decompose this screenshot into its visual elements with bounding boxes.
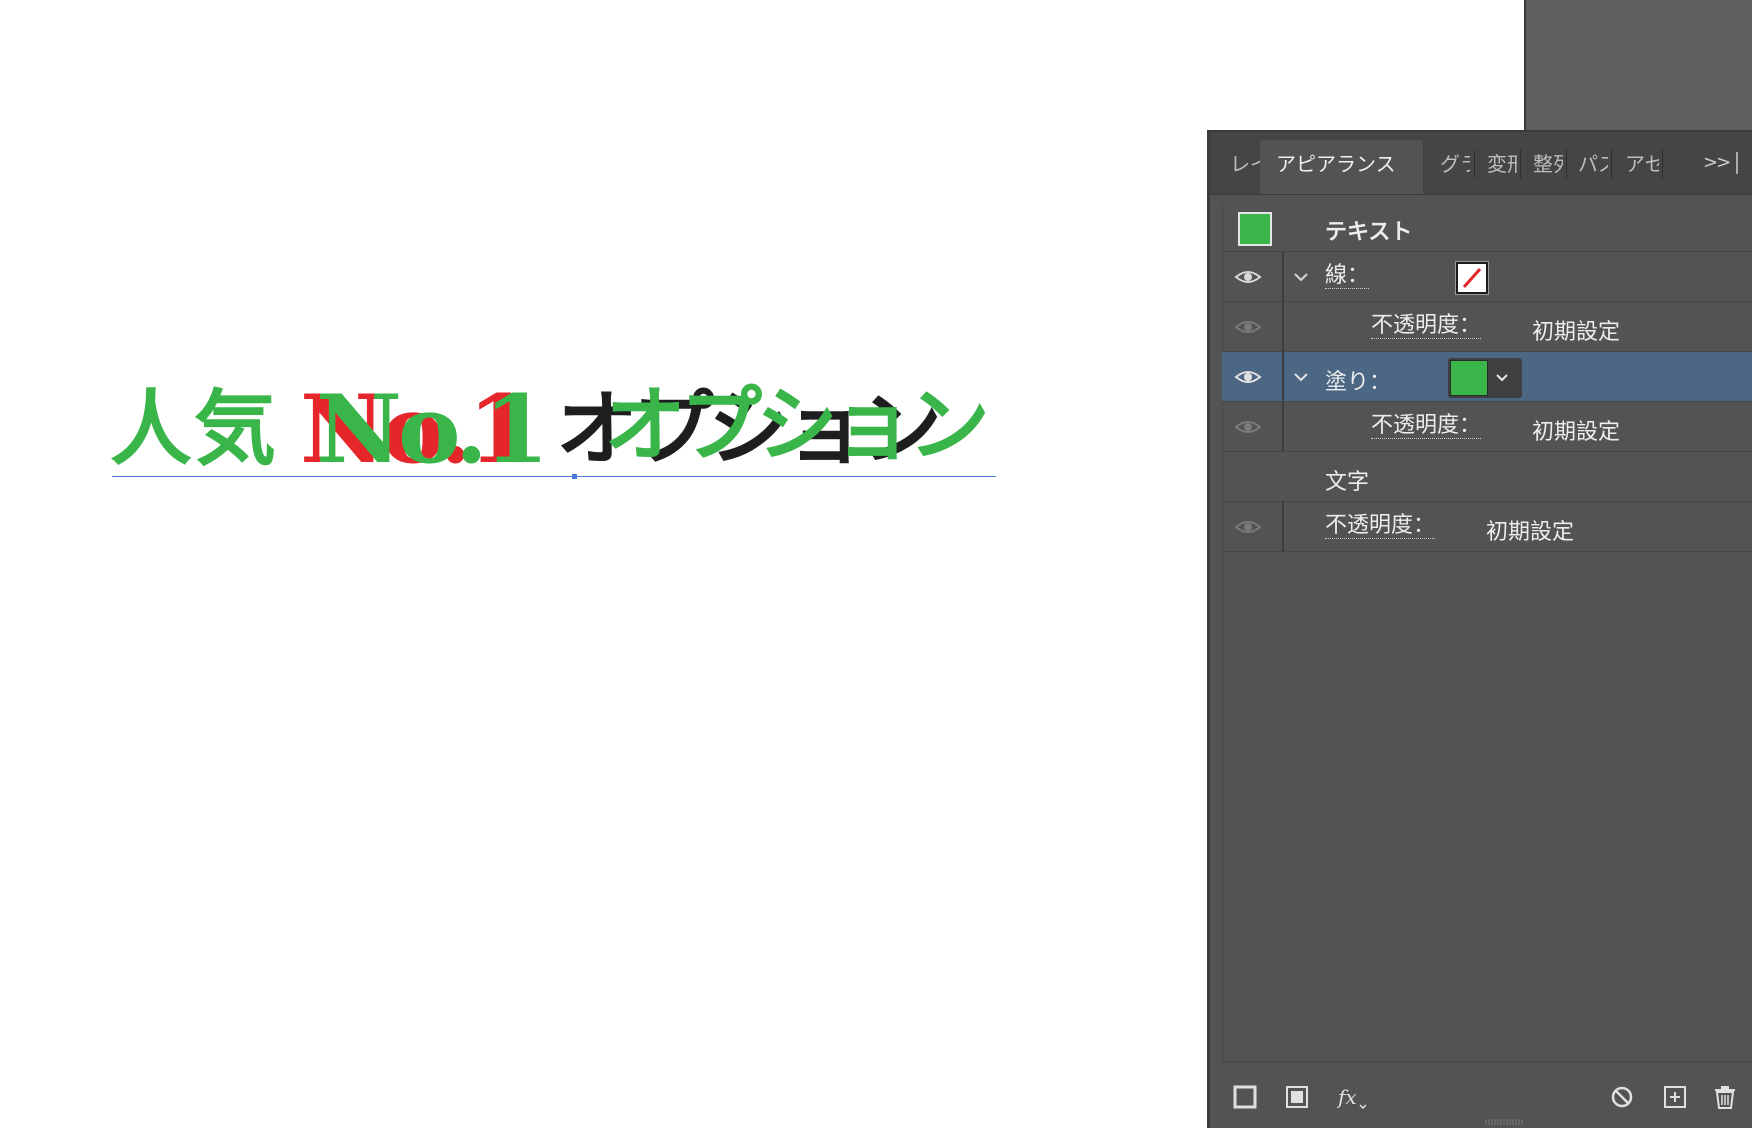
eye-icon[interactable]	[1234, 517, 1262, 537]
opacity-row[interactable]: 不透明度： 初期設定	[1222, 502, 1752, 552]
tab-appearance[interactable]: アピアランス	[1260, 140, 1423, 194]
resize-grip-icon[interactable]	[1484, 1118, 1524, 1126]
add-new-stroke-icon[interactable]	[1232, 1084, 1258, 1110]
characters-label[interactable]: 文字	[1325, 464, 1369, 496]
column-divider	[1282, 502, 1284, 551]
stroke-row[interactable]: 線：	[1222, 252, 1752, 302]
artwork-text-ninki: 人気	[110, 382, 279, 477]
tab-gradient[interactable]: グラ	[1440, 140, 1470, 194]
fill-opacity-row[interactable]: 不透明度： 初期設定	[1222, 402, 1752, 452]
column-divider	[1282, 252, 1284, 301]
baseline-anchor-handle[interactable]	[572, 474, 577, 479]
chevron-down-icon[interactable]	[1292, 368, 1310, 386]
svg-text:fx: fx	[1336, 1085, 1357, 1109]
none-slash-icon	[1462, 268, 1482, 288]
chevron-down-icon[interactable]	[1494, 370, 1510, 386]
add-new-effect-icon[interactable]: fx	[1336, 1084, 1370, 1110]
tab-divider	[1611, 150, 1612, 178]
tab-pathfinder[interactable]: パス	[1578, 140, 1608, 194]
delete-item-icon[interactable]	[1712, 1084, 1738, 1110]
fill-opacity-label[interactable]: 不透明度：	[1371, 414, 1482, 439]
appearance-panel: レイ アピアランス グラ 変形 整列 パス アセ >> テキスト 線：	[1207, 130, 1752, 1128]
tab-transform[interactable]: 変形	[1487, 140, 1517, 194]
panel-more-tabs-button[interactable]: >>	[1703, 152, 1731, 173]
clear-appearance-icon[interactable]	[1609, 1084, 1635, 1110]
artwork-text-no1-green: No.1	[316, 375, 549, 485]
fill-row[interactable]: 塗り：	[1222, 352, 1752, 402]
panel-bottom-toolbar: fx	[1222, 1061, 1752, 1128]
panel-menu-icon[interactable]	[1736, 152, 1738, 174]
appearance-header-row: テキスト	[1222, 202, 1752, 252]
tab-divider	[1566, 150, 1567, 178]
fill-opacity-value: 初期設定	[1532, 420, 1621, 445]
eye-icon[interactable]	[1234, 267, 1262, 287]
add-new-fill-icon[interactable]	[1284, 1084, 1310, 1110]
fill-color-swatch[interactable]	[1450, 360, 1488, 396]
fill-label[interactable]: 塗り：	[1325, 364, 1391, 396]
tab-align[interactable]: 整列	[1533, 140, 1563, 194]
tab-assets[interactable]: アセ	[1625, 140, 1659, 194]
column-divider	[1282, 302, 1284, 351]
chevron-down-icon[interactable]	[1292, 268, 1310, 286]
column-divider	[1282, 402, 1284, 451]
opacity-label[interactable]: 不透明度：	[1325, 514, 1436, 539]
opacity-value: 初期設定	[1486, 520, 1575, 545]
eye-icon[interactable]	[1234, 317, 1262, 337]
duplicate-item-icon[interactable]	[1662, 1084, 1688, 1110]
tab-layers[interactable]: レイ	[1230, 140, 1264, 194]
characters-row[interactable]: 文字	[1222, 452, 1752, 502]
fill-color-picker[interactable]	[1448, 358, 1522, 398]
background-window	[1524, 0, 1752, 130]
tab-divider	[1662, 150, 1663, 178]
artwork-text-option-green: オプション	[604, 378, 990, 473]
stroke-opacity-row[interactable]: 不透明度： 初期設定	[1222, 302, 1752, 352]
text-fill-thumbnail	[1238, 212, 1272, 246]
column-divider	[1282, 352, 1284, 401]
stroke-none-swatch[interactable]	[1455, 261, 1489, 295]
text-baseline	[112, 476, 996, 477]
eye-icon[interactable]	[1234, 367, 1262, 387]
text-artwork[interactable]: 人気 No.1 No.1 オプション オプション	[110, 375, 1010, 490]
tab-divider	[1474, 150, 1475, 178]
eye-icon[interactable]	[1234, 417, 1262, 437]
stroke-opacity-value: 初期設定	[1532, 320, 1621, 345]
stroke-label[interactable]: 線：	[1325, 264, 1370, 289]
appearance-header-title: テキスト	[1325, 220, 1413, 245]
stroke-opacity-label[interactable]: 不透明度：	[1371, 314, 1482, 339]
panel-tabbar: レイ アピアランス グラ 変形 整列 パス アセ >>	[1210, 132, 1752, 195]
tab-divider	[1520, 150, 1521, 178]
